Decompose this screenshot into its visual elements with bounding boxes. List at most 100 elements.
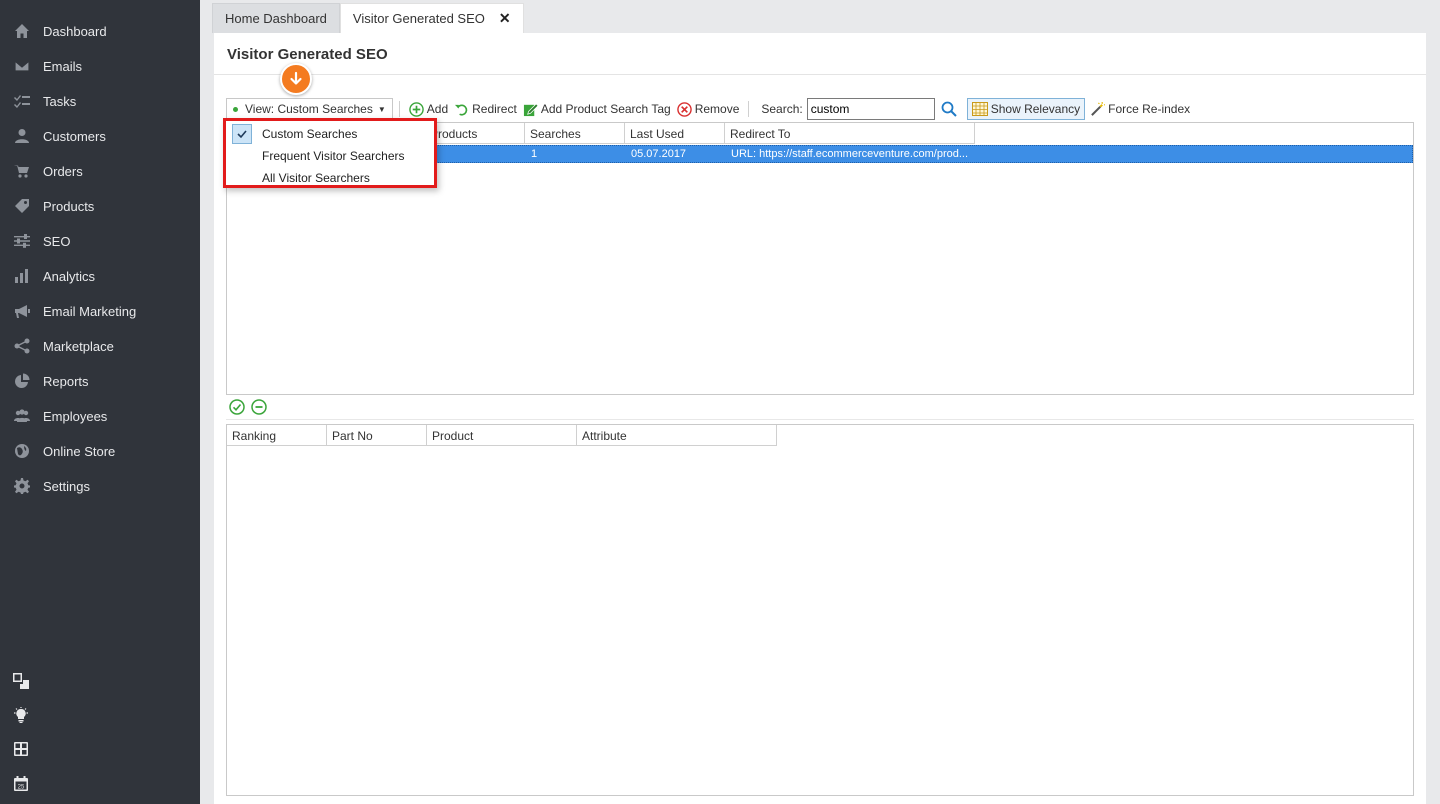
status-dot-icon (233, 106, 238, 112)
cell-last-used: 05.07.2017 (631, 148, 687, 160)
column-header-searches[interactable]: Searches (525, 123, 625, 144)
sidebar-item-online-store[interactable]: Online Store (0, 434, 200, 468)
column-header-part-no[interactable]: Part No (327, 425, 427, 446)
sidebar-item-label: Employees (43, 408, 108, 424)
view-dropdown-label: View: Custom Searches (245, 102, 373, 116)
sidebar-item-label: Settings (43, 478, 90, 494)
globe-icon (12, 443, 32, 459)
gear-icon (12, 478, 32, 494)
sidebar: Dashboard Emails Tasks Customers Orders … (0, 0, 200, 804)
show-relevancy-label: Show Relevancy (990, 102, 1081, 116)
cell-redirect-to: URL: https://staff.ecommerceventure.com/… (731, 148, 969, 160)
menu-item-custom-searches[interactable]: Custom Searches (226, 123, 434, 145)
sidebar-item-settings[interactable]: Settings (0, 469, 200, 503)
remove-circle-icon (676, 101, 692, 117)
tasks-icon (12, 93, 32, 109)
sidebar-item-label: Analytics (43, 268, 96, 284)
toolbar-divider (398, 101, 400, 117)
tab-home-dashboard[interactable]: Home Dashboard (212, 3, 340, 33)
menu-item-label: Frequent Visitor Searchers (262, 149, 405, 163)
menu-item-all-visitor-searchers[interactable]: All Visitor Searchers (226, 167, 434, 189)
sidebar-item-label: Marketplace (43, 338, 114, 354)
sidebar-item-orders[interactable]: Orders (0, 154, 200, 188)
grid-table-icon (971, 102, 988, 116)
sidebar-item-products[interactable]: Products (0, 189, 200, 223)
calculator-icon[interactable] (12, 740, 30, 758)
sidebar-item-customers[interactable]: Customers (0, 119, 200, 153)
group-icon (12, 408, 32, 424)
checkbox-empty (232, 146, 252, 166)
minus-circle-icon[interactable] (250, 398, 268, 416)
sidebar-item-label: Emails (43, 58, 83, 74)
sliders-icon (12, 233, 32, 249)
person-icon (12, 128, 32, 144)
sidebar-item-label: Tasks (43, 93, 77, 109)
column-header-last-used[interactable]: Last Used (625, 123, 725, 144)
remove-button[interactable]: Remove (674, 98, 743, 120)
sidebar-item-analytics[interactable]: Analytics (0, 259, 200, 293)
tag-icon (12, 198, 32, 214)
remove-label: Remove (694, 102, 740, 116)
add-button[interactable]: Add (406, 98, 451, 120)
force-reindex-button[interactable]: Force Re-index (1087, 98, 1193, 120)
magic-wand-icon (1091, 101, 1106, 116)
megaphone-icon (12, 303, 32, 319)
view-dropdown[interactable]: View: Custom Searches ▼ (226, 98, 393, 120)
ranking-grid: Ranking Part No Product Attribute (226, 424, 1414, 796)
undo-arrow-icon (455, 104, 468, 116)
show-relevancy-button[interactable]: Show Relevancy (966, 98, 1086, 120)
tab-label: Home Dashboard (225, 11, 327, 26)
svg-text:25: 25 (18, 785, 25, 791)
close-icon[interactable]: ✕ (499, 10, 511, 27)
redirect-button[interactable]: Redirect (451, 98, 520, 120)
caret-down-icon: ▼ (377, 104, 386, 114)
plus-circle-icon (409, 101, 424, 117)
cell-searches: 1 (531, 148, 538, 160)
menu-item-label: All Visitor Searchers (262, 171, 370, 185)
section-divider (226, 419, 1414, 420)
tab-visitor-generated-seo[interactable]: Visitor Generated SEO ✕ (339, 3, 524, 33)
tab-label: Visitor Generated SEO (352, 11, 485, 26)
windows-icon[interactable] (12, 672, 30, 690)
page-title: Visitor Generated SEO (227, 46, 388, 63)
column-header-ranking[interactable]: Ranking (227, 425, 327, 446)
sidebar-item-marketplace[interactable]: Marketplace (0, 329, 200, 363)
sidebar-item-dashboard[interactable]: Dashboard (0, 14, 200, 48)
checkmark-icon (232, 124, 252, 144)
mail-icon (12, 58, 32, 74)
column-header-products[interactable]: Products (425, 123, 525, 144)
column-header-attribute[interactable]: Attribute (577, 425, 777, 446)
force-reindex-label: Force Re-index (1108, 102, 1191, 116)
menu-item-label: Custom Searches (262, 127, 358, 141)
bar-chart-icon (12, 268, 32, 284)
redirect-label: Redirect (472, 102, 517, 116)
sidebar-item-label: Reports (43, 373, 89, 389)
column-header-product[interactable]: Product (427, 425, 577, 446)
add-product-search-tag-label: Add Product Search Tag (540, 102, 671, 116)
sidebar-item-label: Orders (43, 163, 83, 179)
arrow-down-icon (280, 63, 312, 95)
sidebar-item-reports[interactable]: Reports (0, 364, 200, 398)
sidebar-item-tasks[interactable]: Tasks (0, 84, 200, 118)
calendar-icon[interactable]: 25 (12, 775, 30, 793)
share-icon (12, 338, 32, 354)
toolbar-divider (748, 101, 750, 117)
cart-icon (12, 163, 32, 179)
menu-item-frequent-visitor-searchers[interactable]: Frequent Visitor Searchers (226, 145, 434, 167)
sidebar-item-email-marketing[interactable]: Email Marketing (0, 294, 200, 328)
sidebar-item-seo[interactable]: SEO (0, 224, 200, 258)
search-input[interactable] (806, 98, 935, 120)
sidebar-item-emails[interactable]: Emails (0, 49, 200, 83)
sidebar-item-employees[interactable]: Employees (0, 399, 200, 433)
column-header-redirect-to[interactable]: Redirect To (725, 123, 975, 144)
checkbox-empty (232, 168, 252, 188)
add-product-search-tag-button[interactable]: Add Product Search Tag (520, 98, 674, 120)
pie-chart-icon (12, 373, 32, 389)
check-circle-icon[interactable] (228, 398, 246, 416)
search-icon[interactable] (939, 99, 959, 119)
lightbulb-icon[interactable] (12, 706, 30, 724)
sidebar-item-label: Customers (43, 128, 106, 144)
home-icon (12, 23, 32, 39)
search-label: Search: (761, 102, 803, 116)
cell-products (426, 146, 526, 162)
